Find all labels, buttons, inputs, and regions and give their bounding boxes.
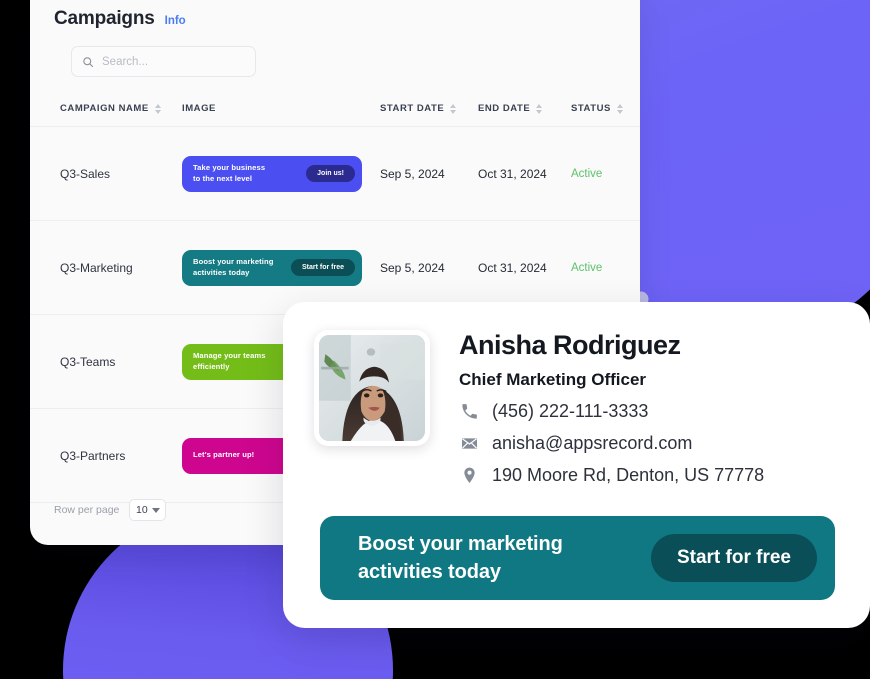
status-badge: Active bbox=[571, 220, 640, 315]
table-header-row: CAMPAIGN NAME IMAGE START DATE END DATE … bbox=[30, 95, 640, 127]
banner-text: Take your business to the next level bbox=[193, 163, 266, 183]
column-header-campaign-name[interactable]: CAMPAIGN NAME bbox=[30, 95, 182, 127]
search-icon bbox=[83, 56, 94, 67]
cell-image: Boost your marketing activities today St… bbox=[182, 220, 380, 315]
rows-per-page-value: 10 bbox=[136, 504, 148, 516]
banner-text: Boost your marketing activities today bbox=[193, 257, 274, 277]
cell-start-date: Sep 5, 2024 bbox=[380, 126, 478, 221]
panel-header: Campaigns Info bbox=[30, 0, 640, 77]
cell-campaign-name: Q3-Sales bbox=[30, 126, 182, 221]
contact-name: Anisha Rodriguez bbox=[459, 330, 681, 360]
column-label: END DATE bbox=[478, 103, 531, 114]
contact-card-top: Anisha Rodriguez Chief Marketing Officer… bbox=[314, 330, 870, 486]
page-title: Campaigns bbox=[54, 8, 155, 29]
cell-end-date: Oct 31, 2024 bbox=[478, 220, 571, 315]
cell-campaign-name: Q3-Teams bbox=[30, 314, 182, 409]
screenshot-stage: Campaigns Info CAMPAIGN NAME bbox=[0, 0, 870, 679]
cta-line-1: Boost your marketing bbox=[358, 533, 563, 555]
envelope-icon bbox=[459, 434, 479, 453]
sort-icon[interactable] bbox=[450, 103, 457, 114]
cell-image: Take your business to the next level Joi… bbox=[182, 126, 380, 221]
column-label: START DATE bbox=[380, 103, 445, 114]
chevron-down-icon bbox=[151, 507, 160, 513]
start-for-free-button[interactable]: Start for free bbox=[650, 534, 817, 582]
avatar bbox=[314, 330, 430, 446]
cta-banner: Boost your marketing activities today St… bbox=[320, 516, 835, 600]
campaign-banner[interactable]: Boost your marketing activities today St… bbox=[182, 249, 362, 286]
sort-icon[interactable] bbox=[536, 103, 543, 114]
column-header-end-date[interactable]: END DATE bbox=[478, 95, 571, 127]
banner-button[interactable]: Join us! bbox=[306, 165, 355, 182]
campaign-banner[interactable]: Take your business to the next level Joi… bbox=[182, 155, 362, 192]
column-label: STATUS bbox=[571, 103, 611, 114]
rows-per-page-label: Row per page bbox=[54, 504, 120, 516]
sort-icon[interactable] bbox=[154, 103, 161, 114]
table-row[interactable]: Q3-Marketing Boost your marketing activi… bbox=[30, 220, 640, 315]
cta-text: Boost your marketing activities today bbox=[358, 530, 563, 586]
cell-campaign-name: Q3-Partners bbox=[30, 408, 182, 503]
banner-text: Manage your teams efficiently bbox=[193, 351, 266, 371]
cell-start-date: Sep 5, 2024 bbox=[380, 220, 478, 315]
cell-end-date: Oct 31, 2024 bbox=[478, 126, 571, 221]
table-row[interactable]: Q3-Sales Take your business to the next … bbox=[30, 126, 640, 221]
portrait-illustration bbox=[319, 335, 425, 441]
contact-role: Chief Marketing Officer bbox=[459, 370, 647, 389]
info-link[interactable]: Info bbox=[165, 15, 186, 27]
column-header-start-date[interactable]: START DATE bbox=[380, 95, 478, 127]
column-label: CAMPAIGN NAME bbox=[60, 103, 149, 114]
status-badge: Active bbox=[571, 126, 640, 221]
contact-card: Anisha Rodriguez Chief Marketing Officer… bbox=[283, 302, 870, 628]
contact-address-row[interactable]: 190 Moore Rd, Denton, US 77778 bbox=[459, 465, 764, 486]
sort-icon[interactable] bbox=[616, 103, 623, 114]
search-bar[interactable] bbox=[71, 46, 256, 77]
avatar-photo bbox=[319, 335, 425, 441]
contact-details: Anisha Rodriguez Chief Marketing Officer… bbox=[459, 330, 764, 486]
table-header: CAMPAIGN NAME IMAGE START DATE END DATE … bbox=[30, 95, 640, 127]
pagination-controls: Row per page 10 bbox=[54, 499, 167, 521]
contact-email-row[interactable]: anisha@appsrecord.com bbox=[459, 433, 764, 454]
cta-line-2: activities today bbox=[358, 561, 501, 583]
contact-address: 190 Moore Rd, Denton, US 77778 bbox=[492, 465, 765, 485]
banner-button[interactable]: Start for free bbox=[290, 259, 355, 276]
contact-phone: (456) 222-111-3333 bbox=[492, 401, 649, 421]
contact-email: anisha@appsrecord.com bbox=[492, 433, 693, 453]
contact-phone-row[interactable]: (456) 222-111-3333 bbox=[459, 401, 764, 422]
location-pin-icon bbox=[459, 466, 479, 485]
column-label: IMAGE bbox=[182, 103, 216, 114]
banner-text: Let's partner up! bbox=[193, 450, 255, 460]
rows-per-page-select[interactable]: 10 bbox=[129, 499, 167, 521]
search-input[interactable] bbox=[102, 55, 245, 68]
column-header-status[interactable]: STATUS bbox=[571, 95, 640, 127]
cell-campaign-name: Q3-Marketing bbox=[30, 220, 182, 315]
column-header-image: IMAGE bbox=[182, 95, 380, 127]
title-row: Campaigns Info bbox=[54, 8, 616, 30]
phone-icon bbox=[459, 402, 479, 421]
